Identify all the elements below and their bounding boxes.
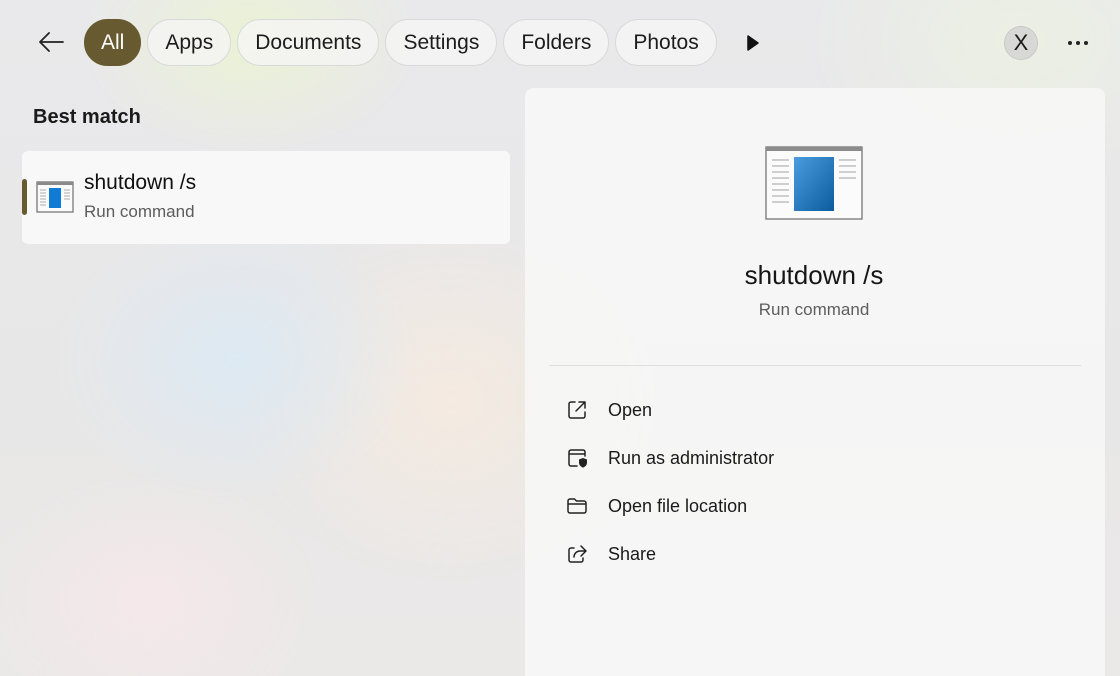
back-button[interactable] <box>30 24 72 60</box>
tab-apps[interactable]: Apps <box>147 19 232 66</box>
open-external-icon <box>565 398 589 422</box>
run-as-admin-label: Run as administrator <box>608 447 775 468</box>
best-match-result[interactable]: shutdown /s Run command <box>22 151 510 244</box>
run-as-admin-action[interactable]: Run as administrator <box>549 434 1081 482</box>
play-triangle-icon <box>747 35 759 51</box>
detail-title: shutdown /s <box>744 260 884 290</box>
result-title: shutdown /s <box>84 171 197 194</box>
tab-all[interactable]: All <box>84 19 142 66</box>
open-action[interactable]: Open <box>549 386 1081 434</box>
selection-indicator <box>22 179 27 215</box>
share-action[interactable]: Share <box>549 530 1081 578</box>
share-label: Share <box>608 543 657 564</box>
share-icon <box>565 542 589 566</box>
folder-icon <box>565 494 589 518</box>
tab-photos[interactable]: Photos <box>615 19 717 66</box>
back-arrow-icon <box>39 32 64 52</box>
search-filter-bar: All Apps Documents Settings Folders Phot… <box>0 0 1120 86</box>
open-action-label: Open <box>608 399 653 420</box>
tab-settings[interactable]: Settings <box>385 19 498 66</box>
run-as-admin-shield-icon <box>565 446 589 470</box>
best-match-heading: Best match <box>33 106 141 128</box>
ellipsis-icon <box>1068 41 1088 45</box>
user-avatar[interactable]: X <box>1004 26 1038 60</box>
detail-preview-panel: shutdown /s Run command Open Run as admi… <box>525 88 1105 676</box>
tab-documents[interactable]: Documents <box>237 19 380 66</box>
result-subtitle: Run command <box>84 202 195 221</box>
run-command-large-icon <box>765 146 863 220</box>
action-list: Open Run as administrator Open file loca… <box>549 386 1081 578</box>
detail-subtitle: Run command <box>758 300 870 319</box>
open-file-location-action[interactable]: Open file location <box>549 482 1081 530</box>
more-options-button[interactable] <box>1060 28 1096 58</box>
divider <box>549 365 1081 366</box>
open-file-location-label: Open file location <box>608 495 748 516</box>
more-filters-button[interactable] <box>738 28 768 58</box>
run-command-app-icon <box>36 181 74 213</box>
tab-folders[interactable]: Folders <box>503 19 610 66</box>
filter-tabs: All Apps Documents Settings Folders Phot… <box>84 19 717 66</box>
